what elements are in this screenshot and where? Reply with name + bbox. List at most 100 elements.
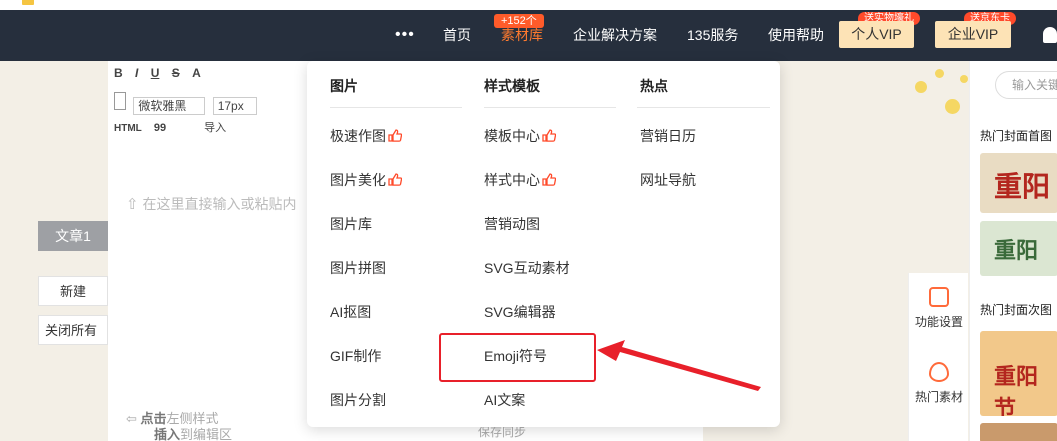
- editor-toolbar-row-2: 微软雅黑 17px: [114, 92, 261, 115]
- menu-item[interactable]: 样式中心: [484, 170, 556, 190]
- document-tab[interactable]: 文章1: [38, 221, 108, 251]
- menu-item-label: SVG互动素材: [484, 260, 570, 276]
- thumbnail-text: 重阳节: [994, 364, 1039, 416]
- emoji-highlight-box: [439, 333, 596, 382]
- menu-item-label: SVG编辑器: [484, 304, 556, 320]
- divider: [330, 107, 462, 108]
- more-menu-button[interactable]: •••: [395, 26, 415, 44]
- menu-item-label: 营销动图: [484, 216, 540, 232]
- column-heading-hot: 热点: [640, 78, 668, 94]
- menu-item[interactable]: AI文案: [484, 390, 525, 410]
- menu-item-label: 图片拼图: [330, 260, 386, 276]
- new-document-button[interactable]: 新建: [38, 276, 108, 306]
- folder-icon: [22, 0, 34, 5]
- menu-item[interactable]: 图片库: [330, 214, 372, 234]
- font-color-button[interactable]: A: [192, 66, 201, 80]
- menu-item-label: 图片美化: [330, 172, 386, 188]
- hint-text-2: 到编辑区: [180, 427, 233, 441]
- menu-item[interactable]: 图片拼图: [330, 258, 386, 278]
- font-family-select[interactable]: 微软雅黑: [133, 97, 206, 115]
- bold-button[interactable]: B: [114, 66, 123, 80]
- cover-thumbnail[interactable]: [980, 423, 1057, 441]
- divider: [637, 107, 770, 108]
- editor-toolbar-row-3: HTML 99 导入: [114, 119, 235, 139]
- menu-item-label: AI文案: [484, 392, 526, 408]
- arrow-up-icon: ⇧: [126, 196, 139, 213]
- menu-item[interactable]: AI抠图: [330, 302, 371, 322]
- italic-button[interactable]: I: [135, 66, 138, 80]
- menu-item-label: GIF制作: [330, 348, 382, 364]
- left-document-panel: [0, 61, 108, 441]
- divider: [484, 107, 616, 108]
- menu-item[interactable]: 营销动图: [484, 214, 540, 234]
- cover-thumbnail[interactable]: 重阳: [980, 221, 1057, 276]
- format-icon[interactable]: [114, 92, 126, 110]
- menu-item[interactable]: GIF制作: [330, 346, 381, 366]
- grid-icon: [929, 287, 949, 307]
- nav-enterprise-solutions[interactable]: 企业解决方案: [573, 10, 657, 61]
- thumbs-up-icon: [542, 173, 556, 186]
- menu-item[interactable]: 极速作图: [330, 126, 402, 146]
- cover-thumbnail[interactable]: 重阳: [980, 153, 1057, 213]
- function-settings-label: 功能设置: [914, 315, 963, 329]
- hot-material-tool[interactable]: 热门素材: [909, 362, 969, 405]
- html-button[interactable]: HTML: [114, 123, 142, 134]
- menu-item-label: 图片库: [330, 216, 372, 232]
- menu-item-label: 图片分割: [330, 392, 386, 408]
- placeholder-text: 在这里直接输入或粘贴内: [142, 196, 297, 212]
- menu-item[interactable]: SVG互动素材: [484, 258, 570, 278]
- function-settings-tool[interactable]: 功能设置: [909, 287, 969, 330]
- thumbnail-text: 重阳: [994, 170, 1051, 203]
- personal-vip-button[interactable]: 个人VIP: [839, 21, 914, 48]
- import-button[interactable]: 导入: [204, 119, 226, 135]
- side-tools: 功能设置 热门素材: [908, 273, 968, 441]
- menu-item[interactable]: 图片分割: [330, 390, 386, 410]
- hint-bold-2: 插入: [154, 427, 181, 441]
- menu-item[interactable]: 网址导航: [640, 170, 696, 190]
- menu-item-label: 网址导航: [640, 172, 696, 188]
- hint-text-1: 左侧样式: [166, 411, 219, 426]
- underline-button[interactable]: U: [151, 66, 160, 80]
- hot-cover-first-title: 热门封面首图: [980, 129, 1053, 143]
- arrow-left-icon: ⇦: [126, 411, 137, 426]
- menu-item-label: 模板中心: [484, 128, 540, 144]
- fire-icon: [929, 362, 949, 382]
- hot-material-label: 热门素材: [914, 390, 963, 404]
- style-insert-hint: ⇦ 点击左侧样式 插入到编辑区: [126, 411, 232, 441]
- cover-thumbnail[interactable]: 重阳节: [980, 331, 1057, 416]
- menu-item-label: AI抠图: [330, 304, 372, 320]
- editor-toolbar-row-1: B I U S A: [114, 66, 210, 86]
- hint-bold-1: 点击: [140, 411, 167, 426]
- nav-help[interactable]: 使用帮助: [768, 10, 824, 61]
- menu-item-label: 极速作图: [330, 128, 386, 144]
- thumbs-up-icon: [388, 129, 402, 142]
- editor-placeholder: ⇧ 在这里直接输入或粘贴内: [126, 194, 296, 214]
- menu-item-label: 营销日历: [640, 128, 696, 144]
- thumbnail-text: 重阳: [994, 238, 1039, 264]
- browser-tab-strip: [0, 0, 1057, 10]
- top-navigation-bar: ••• 首页 +152个 素材库 企业解决方案 135服务 使用帮助 送实物壕礼…: [0, 10, 1057, 61]
- quote-button[interactable]: 99: [154, 122, 166, 134]
- close-all-button[interactable]: 关闭所有: [38, 315, 108, 345]
- column-heading-images: 图片: [330, 78, 358, 94]
- pointer-arrow-icon: [597, 340, 761, 391]
- hot-cover-second-title: 热门封面次图: [980, 303, 1053, 317]
- menu-item-label: 样式中心: [484, 172, 540, 188]
- menu-item[interactable]: 营销日历: [640, 126, 696, 146]
- right-template-panel: 输入关键 热门封面首图 重阳 重阳 热门封面次图 重阳节: [969, 61, 1057, 441]
- font-size-select[interactable]: 17px: [212, 97, 257, 115]
- column-heading-templates: 样式模板: [484, 78, 540, 94]
- menu-item[interactable]: 图片美化: [330, 170, 402, 190]
- bell-icon[interactable]: [1043, 27, 1057, 43]
- enterprise-vip-button[interactable]: 企业VIP: [935, 21, 1011, 48]
- menu-item[interactable]: 模板中心: [484, 126, 556, 146]
- thumbs-up-icon: [388, 173, 402, 186]
- menu-item[interactable]: SVG编辑器: [484, 302, 556, 322]
- thumbs-up-icon: [542, 129, 556, 142]
- decorative-flowers: [905, 61, 975, 121]
- template-search-input[interactable]: 输入关键: [995, 71, 1057, 99]
- nav-home[interactable]: 首页: [443, 10, 471, 61]
- strikethrough-button[interactable]: S: [172, 66, 180, 80]
- nav-material-library[interactable]: 素材库: [501, 10, 543, 61]
- nav-135-service[interactable]: 135服务: [687, 10, 738, 61]
